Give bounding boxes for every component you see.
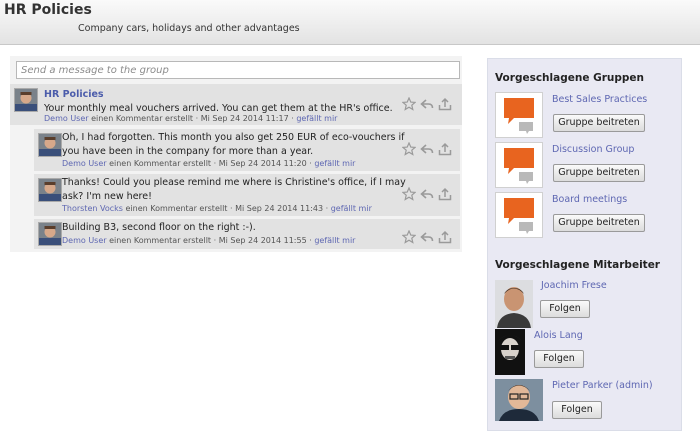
star-icon[interactable]: [401, 96, 417, 111]
chat-bubbles-icon[interactable]: [495, 142, 543, 188]
comment-actions: [401, 229, 456, 244]
like-link[interactable]: gefällt mir: [314, 159, 355, 168]
person-name-link[interactable]: Pieter Parker (admin): [552, 380, 653, 391]
like-link[interactable]: gefällt mir: [331, 204, 372, 213]
comment-text-line-1: Oh, I had forgotten. This month you also…: [62, 132, 405, 143]
reply-icon[interactable]: [420, 186, 434, 200]
comment-text: Building B3, second floor on the right :…: [62, 222, 256, 233]
share-icon[interactable]: [438, 141, 452, 156]
follow-button[interactable]: Folgen: [540, 300, 590, 318]
comment-action: einen Kommentar erstellt: [125, 204, 228, 213]
reply-icon[interactable]: [420, 141, 434, 155]
reply-icon[interactable]: [420, 96, 434, 110]
chat-bubbles-icon[interactable]: [495, 192, 543, 238]
comment-meta: Demo User einen Kommentar erstellt · Mi …: [62, 159, 356, 168]
follow-button[interactable]: Folgen: [552, 401, 602, 419]
message-input[interactable]: [21, 62, 451, 78]
reply-icon[interactable]: [420, 229, 434, 243]
like-link[interactable]: gefällt mir: [296, 114, 337, 123]
comment-actions: [401, 141, 456, 156]
comment-timestamp: Mi Sep 24 2014 11:20: [218, 159, 307, 168]
avatar[interactable]: [38, 133, 62, 157]
comment-action: einen Kommentar erstellt: [91, 114, 194, 123]
avatar[interactable]: [495, 379, 543, 421]
share-icon[interactable]: [438, 186, 452, 201]
group-name-link[interactable]: Best Sales Practices: [552, 94, 647, 105]
comment-meta: Thorsten Vocks einen Kommentar erstellt …: [62, 204, 372, 213]
commenter-link[interactable]: Thorsten Vocks: [62, 204, 123, 213]
page-title: HR Policies: [4, 2, 92, 18]
commenter-link[interactable]: Demo User: [44, 114, 89, 123]
share-icon[interactable]: [438, 229, 452, 244]
message-author[interactable]: HR Policies: [44, 88, 404, 102]
page-header: HR Policies Company cars, holidays and o…: [0, 0, 700, 45]
message-feed: HR Policies Your monthly meal vouchers a…: [10, 56, 462, 252]
person-name-link[interactable]: Joachim Frese: [541, 280, 607, 291]
avatar[interactable]: [38, 222, 62, 246]
comment-item: Oh, I had forgotten. This month you also…: [34, 129, 460, 171]
join-group-button[interactable]: Gruppe beitreten: [553, 114, 645, 132]
comment-item: Building B3, second floor on the right :…: [34, 219, 460, 249]
star-icon[interactable]: [401, 141, 417, 156]
comment-text-line-2: ask? I'm new here!: [62, 191, 152, 202]
comment-meta: Demo User einen Kommentar erstellt · Mi …: [62, 236, 356, 245]
comment-timestamp: Mi Sep 24 2014 11:55: [218, 236, 307, 245]
suggested-groups-title: Vorgeschlagene Gruppen: [495, 72, 645, 84]
avatar[interactable]: [495, 280, 533, 328]
star-icon[interactable]: [401, 186, 417, 201]
group-name-link[interactable]: Discussion Group: [552, 144, 634, 155]
group-name-link[interactable]: Board meetings: [552, 194, 627, 205]
follow-button[interactable]: Folgen: [534, 350, 584, 368]
share-icon[interactable]: [438, 96, 452, 111]
join-group-button[interactable]: Gruppe beitreten: [553, 164, 645, 182]
avatar[interactable]: [14, 88, 38, 112]
message-meta: Demo User einen Kommentar erstellt · Mi …: [44, 114, 338, 123]
comment-action: einen Kommentar erstellt: [109, 236, 212, 245]
commenter-link[interactable]: Demo User: [62, 236, 107, 245]
suggested-people-title: Vorgeschlagene Mitarbeiter: [495, 259, 660, 271]
message-timestamp: Mi Sep 24 2014 11:17: [200, 114, 289, 123]
comment-text-line-1: Thanks! Could you please remind me where…: [62, 177, 406, 188]
message-composer[interactable]: [16, 61, 460, 79]
commenter-link[interactable]: Demo User: [62, 159, 107, 168]
comment-action: einen Kommentar erstellt: [109, 159, 212, 168]
comment-item: Thanks! Could you please remind me where…: [34, 174, 460, 216]
comment-text-line-2: you have been in the company for more th…: [62, 146, 314, 157]
message-item: HR Policies Your monthly meal vouchers a…: [10, 84, 462, 125]
chat-bubbles-icon[interactable]: [495, 92, 543, 138]
message-actions: [401, 96, 456, 111]
avatar[interactable]: [38, 178, 62, 202]
like-link[interactable]: gefällt mir: [314, 236, 355, 245]
comment-actions: [401, 186, 456, 201]
avatar[interactable]: [495, 329, 525, 375]
comment-timestamp: Mi Sep 24 2014 11:43: [235, 204, 324, 213]
person-name-link[interactable]: Alois Lang: [534, 330, 583, 341]
star-icon[interactable]: [401, 229, 417, 244]
suggestions-sidebar: Vorgeschlagene Gruppen Best Sales Practi…: [487, 58, 682, 431]
page-subtitle: Company cars, holidays and other advanta…: [78, 23, 300, 34]
join-group-button[interactable]: Gruppe beitreten: [553, 214, 645, 232]
